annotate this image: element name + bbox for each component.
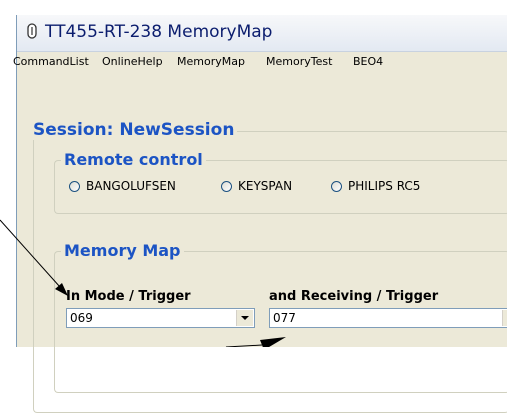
annotation-overlay bbox=[0, 219, 286, 347]
arrow-head-left-icon bbox=[55, 283, 68, 296]
arrow-line-left bbox=[0, 219, 61, 288]
arrow-head-bottom-icon bbox=[260, 337, 286, 347]
